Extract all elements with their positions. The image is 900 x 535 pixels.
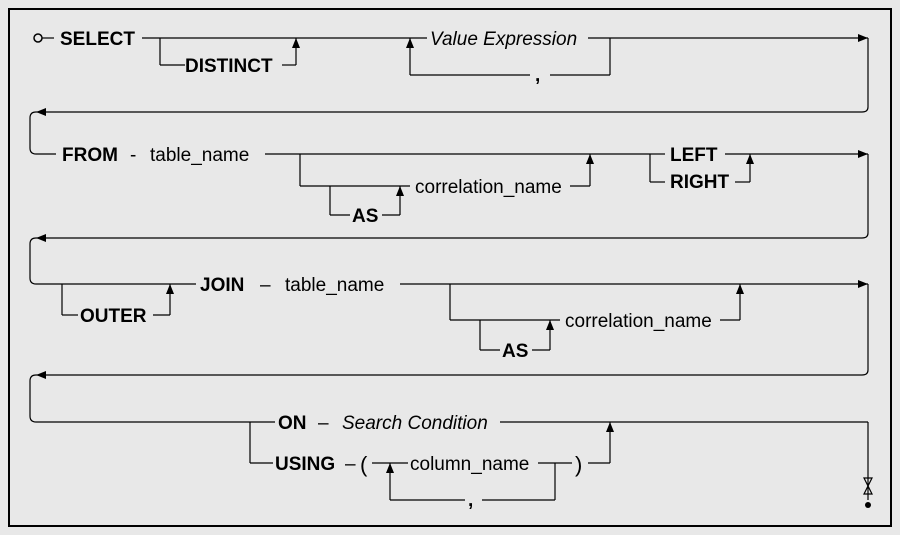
lparen: ( [360, 452, 368, 477]
keyword-on: ON [278, 413, 307, 434]
dash-using: – [345, 454, 356, 475]
start-terminal [34, 34, 42, 42]
dash-on: – [318, 413, 329, 434]
token-table-name-2: table_name [285, 275, 384, 296]
token-table-name-1: table_name [150, 145, 249, 166]
railroad-diagram: SELECT DISTINCT Value Expression , FROM … [10, 10, 892, 527]
keyword-right: RIGHT [670, 172, 730, 193]
rparen: ) [575, 452, 582, 477]
keyword-using: USING [275, 454, 335, 475]
token-search-condition: Search Condition [342, 413, 488, 434]
keyword-from: FROM [62, 145, 118, 166]
token-column-name: column_name [410, 454, 529, 475]
comma-value-expr: , [535, 65, 540, 86]
end-terminal [865, 502, 871, 508]
token-value-expression: Value Expression [430, 29, 577, 50]
comma-column-name: , [468, 490, 473, 511]
token-correlation-name-1: correlation_name [415, 177, 562, 198]
diagram-frame: SELECT DISTINCT Value Expression , FROM … [8, 8, 892, 527]
keyword-distinct: DISTINCT [185, 56, 273, 77]
dash-join: – [260, 275, 271, 296]
keyword-select: SELECT [60, 29, 135, 50]
keyword-outer: OUTER [80, 306, 147, 327]
dash-from: - [130, 145, 136, 166]
keyword-join: JOIN [200, 275, 244, 296]
keyword-as-2: AS [502, 341, 528, 362]
keyword-as-1: AS [352, 206, 378, 227]
keyword-left: LEFT [670, 145, 718, 166]
token-correlation-name-2: correlation_name [565, 311, 712, 332]
